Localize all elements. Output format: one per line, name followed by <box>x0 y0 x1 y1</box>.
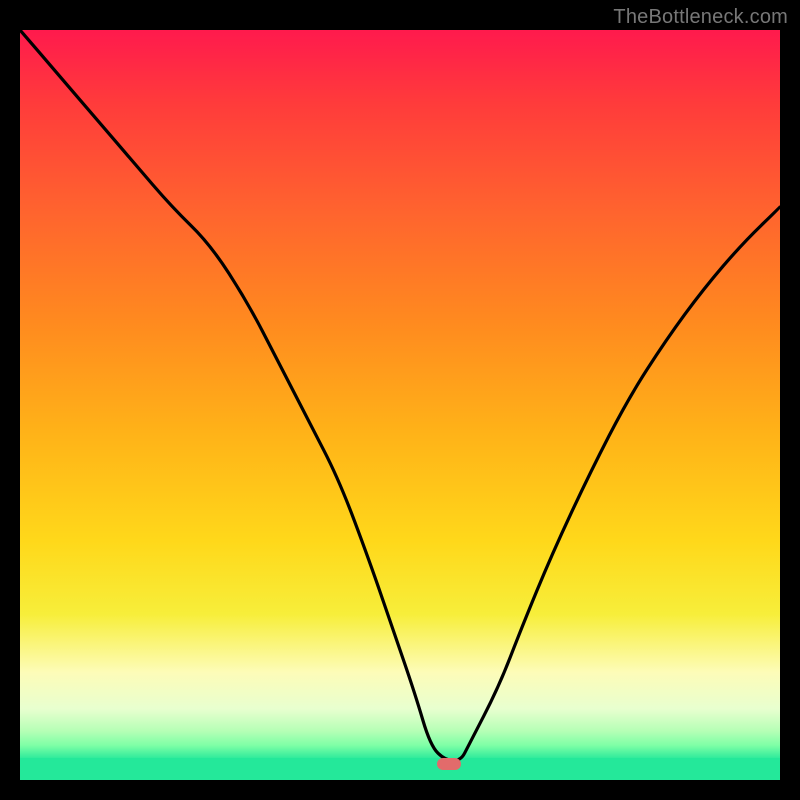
plot-area <box>20 30 780 780</box>
minimum-marker-icon <box>437 758 461 770</box>
bottleneck-curve-path <box>20 30 780 761</box>
bottleneck-curve-svg <box>20 30 780 780</box>
chart-stage: TheBottleneck.com <box>0 0 800 800</box>
watermark-text: TheBottleneck.com <box>613 6 788 29</box>
